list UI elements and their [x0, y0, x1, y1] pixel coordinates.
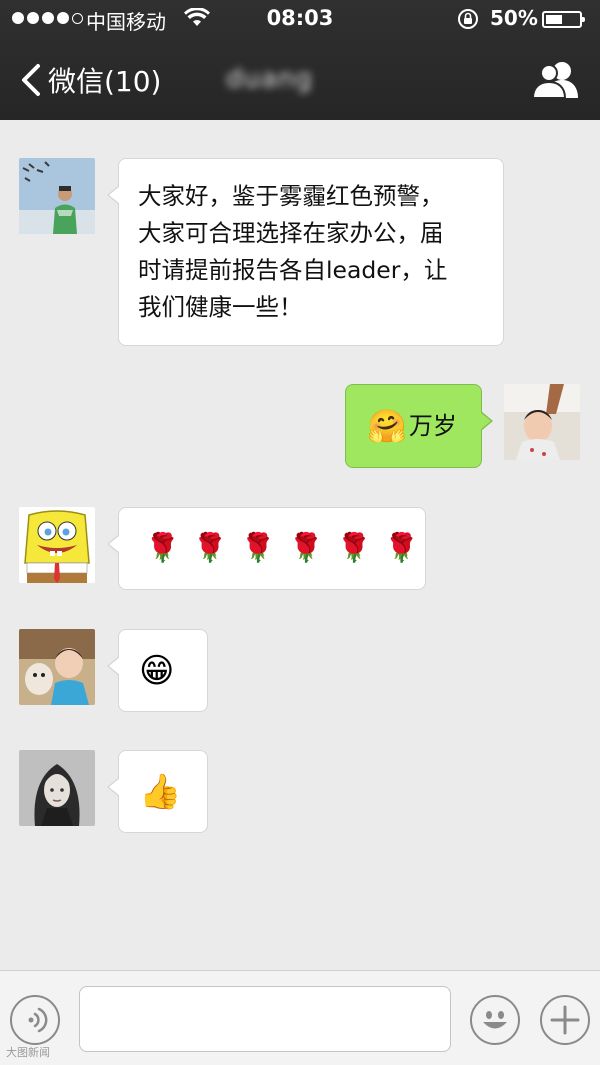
status-bar: 中国移动 08:03 50% — [0, 0, 600, 38]
navigation-bar: 微信(10) duang — [0, 40, 600, 120]
avatar[interactable] — [19, 507, 95, 583]
message-input[interactable] — [79, 986, 451, 1052]
rose-emoji-icon: 🌹🌹🌹🌹🌹🌹 — [145, 531, 433, 564]
thumbs-up-emoji-icon: 👍 — [139, 772, 182, 812]
voice-icon — [28, 1007, 48, 1033]
rotation-lock-icon — [456, 8, 480, 35]
message-line: 大家好，鉴于雾霾红色预警， — [138, 182, 444, 210]
message-line: 时请提前报告各自leader，让 — [138, 256, 448, 284]
battery-icon — [542, 11, 585, 28]
voice-input-button[interactable] — [10, 995, 60, 1045]
message-line: 大家可合理选择在家办公，届 — [138, 219, 444, 247]
message-bubble[interactable]: 🌹🌹🌹🌹🌹🌹 — [107, 507, 426, 590]
chat-title: duang — [226, 64, 313, 94]
avatar[interactable] — [19, 750, 95, 826]
message-bubble[interactable]: 大家好，鉴于雾霾红色预警， 大家可合理选择在家办公，届 时请提前报告各自lead… — [107, 158, 504, 346]
battery-fill — [546, 15, 562, 24]
back-label: 微信(10) — [48, 65, 162, 98]
message-bubble-self[interactable]: 🤗 万岁 — [345, 384, 493, 468]
group-info-button[interactable] — [531, 58, 580, 100]
smiley-icon — [483, 1011, 507, 1029]
more-options-button[interactable] — [540, 995, 590, 1045]
message-content: 🤗 万岁 — [367, 406, 457, 446]
input-bar — [0, 970, 600, 1065]
emoji-button[interactable] — [470, 995, 520, 1045]
top-bar: 中国移动 08:03 50% 微信(10) duang — [0, 0, 600, 120]
message-bubble[interactable]: 😁 — [107, 629, 208, 712]
message-bubble[interactable]: 👍 — [107, 750, 208, 833]
chevron-left-icon — [22, 64, 40, 96]
watermark: 大图新闻 — [6, 1046, 50, 1059]
back-button[interactable]: 微信(10) — [18, 60, 161, 100]
message-line: 我们健康一些！ — [138, 293, 303, 321]
battery-percentage: 50% — [490, 6, 538, 30]
avatar[interactable] — [19, 629, 95, 705]
hug-emoji-icon: 🤗 — [367, 407, 407, 445]
avatar[interactable] — [19, 158, 95, 234]
plus-icon — [550, 1005, 580, 1035]
grin-emoji-icon: 😁 — [139, 651, 175, 691]
message-text: 大家好，鉴于雾霾红色预警， 大家可合理选择在家办公，届 时请提前报告各自lead… — [138, 178, 503, 326]
group-members-icon — [531, 62, 578, 99]
message-text: 万岁 — [408, 411, 457, 440]
avatar-self[interactable] — [504, 384, 580, 460]
